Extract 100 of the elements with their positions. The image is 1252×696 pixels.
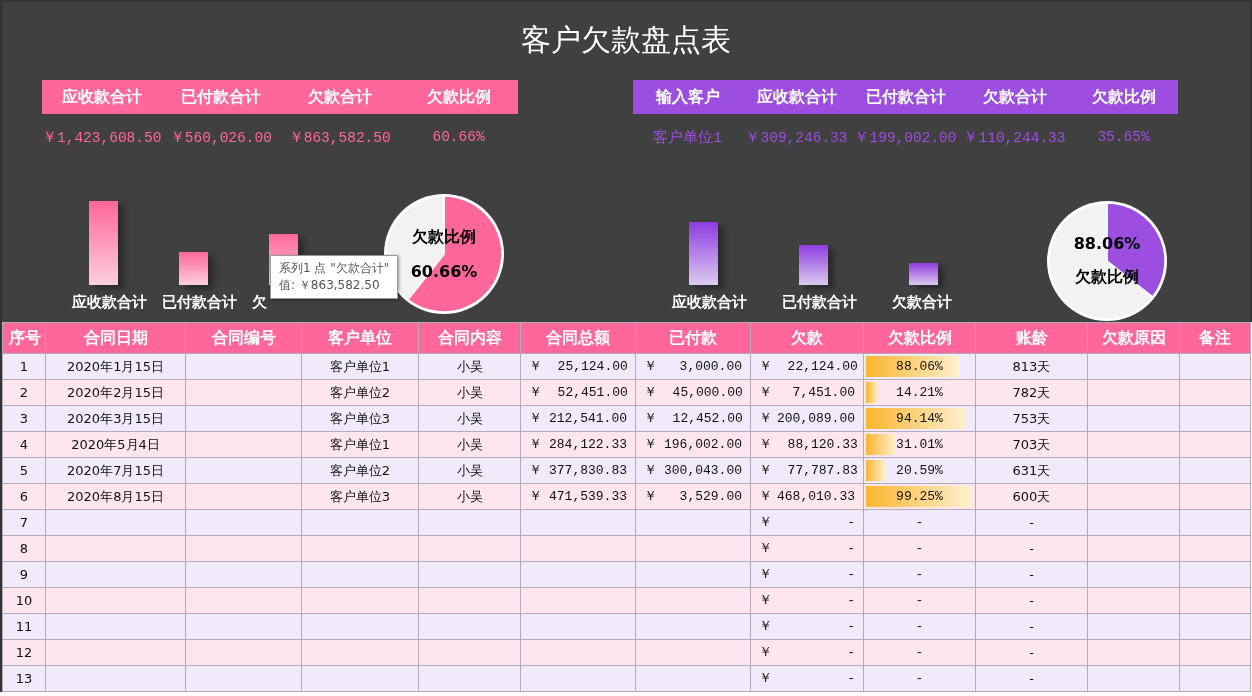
- table-cell: ￥ -: [750, 561, 864, 588]
- table-cell: ￥471,539.33: [520, 483, 636, 510]
- customer-input[interactable]: 客户单位1: [633, 127, 742, 147]
- ratio-text: -: [915, 644, 924, 660]
- table-cell: 782天: [975, 379, 1088, 406]
- table-cell: 2020年5月4日: [45, 431, 186, 458]
- summary-header: 欠款比例: [425, 86, 492, 108]
- summary-value: ￥863,582.50: [287, 128, 392, 147]
- bar-label: 已付款合计: [162, 292, 237, 312]
- table-cell: -: [975, 639, 1088, 666]
- ratio-text: -: [915, 514, 924, 530]
- ratio-text: 99.25%: [896, 488, 943, 504]
- table-cell: -: [975, 509, 1088, 536]
- table-cell: -: [975, 561, 1088, 588]
- column-header: 合同日期: [45, 322, 186, 354]
- table-cell: ￥ 77,787.83: [750, 457, 864, 484]
- column-header: 合同总额: [520, 322, 636, 354]
- bar-label: 已付款合计: [782, 292, 857, 312]
- column-header: 合同内容: [418, 322, 521, 354]
- table-cell: 5: [2, 457, 46, 484]
- table-cell: ￥ 12,452.00: [635, 405, 751, 432]
- table-cell: ￥ 45,000.00: [635, 379, 751, 406]
- table-cell: 小吴: [418, 379, 521, 406]
- table-cell: 3: [2, 405, 46, 432]
- table-cell: 客户单位1: [301, 431, 419, 458]
- ratio-text: 94.14%: [896, 410, 943, 426]
- summary-value: ￥309,246.33: [744, 128, 849, 147]
- table-cell: ￥ 3,000.00: [635, 353, 751, 380]
- summary-value: ￥110,244.33: [962, 128, 1067, 147]
- table-cell: 10: [2, 587, 46, 614]
- summary-header: 应收款合计: [60, 86, 143, 108]
- bar-label: 欠款合计: [892, 292, 952, 312]
- summary-value: ￥199,002.00: [853, 128, 958, 147]
- table-cell: 2020年8月15日: [45, 483, 186, 510]
- summary-value: 35.65%: [1096, 129, 1151, 145]
- table-cell: ￥ -: [750, 665, 864, 692]
- summary-header: 欠款合计: [306, 86, 373, 108]
- table-cell: 9: [2, 561, 46, 588]
- table-cell: ￥196,002.00: [635, 431, 751, 458]
- bar-label: 应收款合计: [672, 292, 747, 312]
- column-header: 欠款原因: [1087, 322, 1180, 354]
- column-header: 已付款: [635, 322, 751, 354]
- table-cell: -: [975, 587, 1088, 614]
- table-cell: ￥ -: [750, 587, 864, 614]
- table-cell: ￥ 88,120.33: [750, 431, 864, 458]
- column-header: 账龄: [975, 322, 1088, 354]
- summary-value: ￥1,423,608.50: [42, 128, 162, 147]
- summary-header: 已付款合计: [864, 86, 947, 108]
- sheet-title: 客户欠款盘点表: [520, 21, 732, 59]
- table-cell: ￥ -: [750, 613, 864, 640]
- table-cell: ￥300,043.00: [635, 457, 751, 484]
- column-header: 欠款比例: [863, 322, 976, 354]
- ratio-text: -: [915, 540, 924, 556]
- summary-value: 60.66%: [431, 129, 486, 145]
- table-cell: 客户单位1: [301, 353, 419, 380]
- ratio-text: -: [915, 592, 924, 608]
- table-cell: 8: [2, 535, 46, 562]
- table-cell: 2020年1月15日: [45, 353, 186, 380]
- column-header: 序号: [2, 322, 46, 354]
- summary-header: 已付款合计: [179, 86, 262, 108]
- ratio-text: -: [915, 618, 924, 634]
- table-cell: 2020年3月15日: [45, 405, 186, 432]
- table-cell: 客户单位2: [301, 457, 419, 484]
- column-header: 备注: [1179, 322, 1251, 354]
- table-cell: 753天: [975, 405, 1088, 432]
- summary-header: 欠款比例: [1090, 86, 1157, 108]
- table-cell: 813天: [975, 353, 1088, 380]
- table-cell: 703天: [975, 431, 1088, 458]
- table-cell: 客户单位3: [301, 405, 419, 432]
- ratio-text: 88.06%: [896, 358, 943, 374]
- table-cell: 6: [2, 483, 46, 510]
- summary-header: 欠款合计: [981, 86, 1048, 108]
- table-cell: 1: [2, 353, 46, 380]
- table-cell: 631天: [975, 457, 1088, 484]
- table-cell: 2: [2, 379, 46, 406]
- table-cell: ￥284,122.33: [520, 431, 636, 458]
- table-cell: 小吴: [418, 353, 521, 380]
- ratio-text: 31.01%: [896, 436, 943, 452]
- tooltip-line: 值: ￥863,582.50: [279, 277, 381, 294]
- ratio-text: -: [915, 566, 924, 582]
- table-cell: 11: [2, 613, 46, 640]
- table-cell: ￥468,010.33: [750, 483, 864, 510]
- ratio-text: 14.21%: [896, 384, 943, 400]
- ratio-text: -: [915, 670, 924, 686]
- ratio-text: 20.59%: [896, 462, 943, 478]
- table-cell: 2020年2月15日: [45, 379, 186, 406]
- table-cell: 12: [2, 639, 46, 666]
- table-cell: 2020年7月15日: [45, 457, 186, 484]
- table-cell: 小吴: [418, 457, 521, 484]
- table-cell: 客户单位2: [301, 379, 419, 406]
- table-cell: 小吴: [418, 483, 521, 510]
- bar-label: 应收款合计: [72, 292, 147, 312]
- column-header: 客户单位: [301, 322, 419, 354]
- table-cell: 4: [2, 431, 46, 458]
- table-cell: ￥ -: [750, 509, 864, 536]
- summary-value: ￥560,026.00: [168, 128, 273, 147]
- table-cell: ￥ 22,124.00: [750, 353, 864, 380]
- table-cell: ￥ 7,451.00: [750, 379, 864, 406]
- table-cell: ￥200,089.00: [750, 405, 864, 432]
- table-cell: ￥ 3,529.00: [635, 483, 751, 510]
